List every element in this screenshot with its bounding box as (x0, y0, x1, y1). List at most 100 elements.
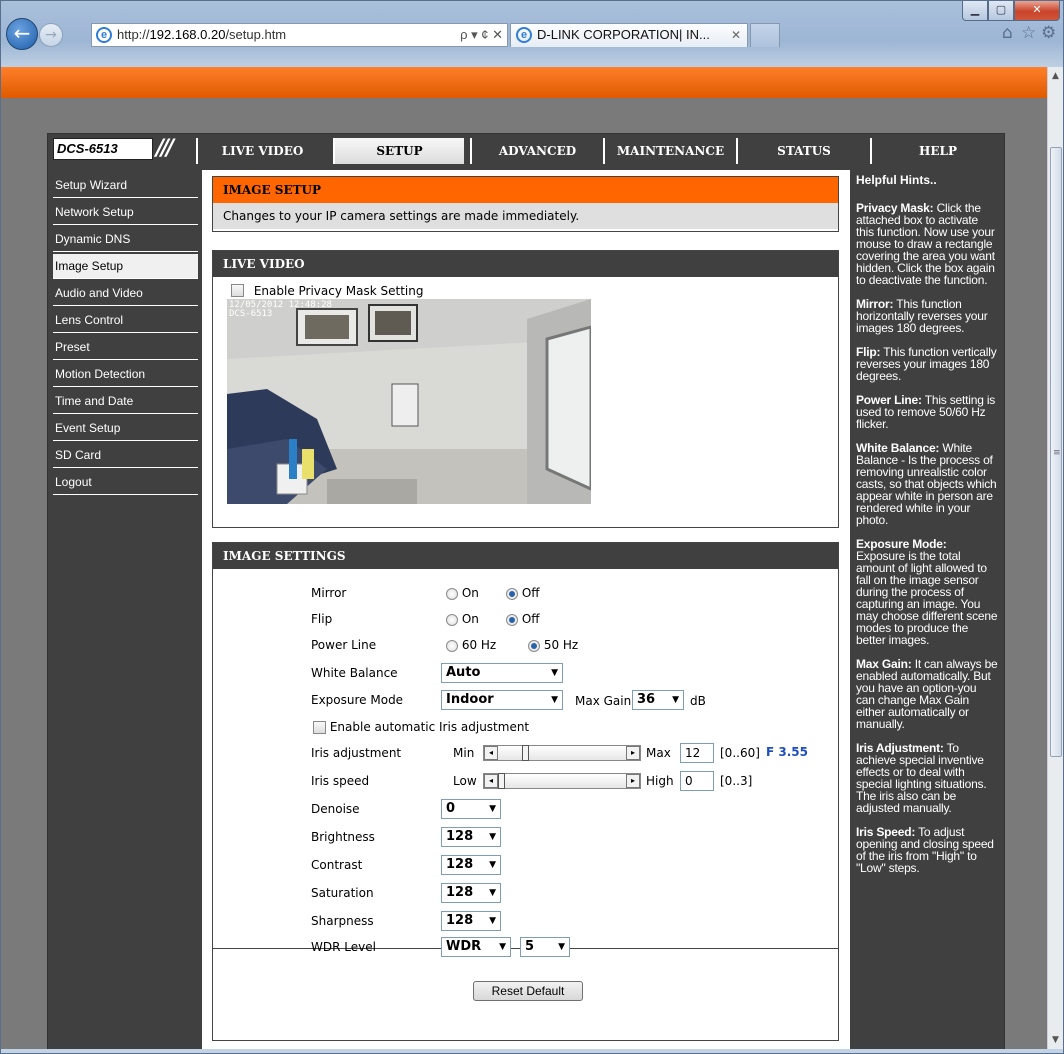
denoise-select[interactable]: 0 ▼ (441, 799, 501, 819)
mirror-on-radio[interactable] (446, 587, 458, 600)
white-balance-select[interactable]: Auto ▼ (441, 663, 563, 683)
back-button[interactable]: ← (6, 18, 38, 50)
iris-max-label: Max (646, 746, 671, 760)
tab-setup[interactable]: SETUP (333, 138, 464, 164)
tab-help[interactable]: HELP (870, 138, 1004, 164)
camera-ui-frame: DCS-6513 /// LIVE VIDEO SETUP ADVANCED M… (47, 133, 1005, 1049)
scrollbar-thumb[interactable]: ≡ (1050, 147, 1062, 757)
iris-speed-input[interactable]: 0 (680, 771, 714, 791)
mirror-off-radio[interactable] (506, 587, 518, 600)
privacy-mask-checkbox[interactable] (231, 284, 244, 297)
flip-on-radio[interactable] (446, 613, 458, 626)
hint-iris-speed: Iris Speed: To adjust opening and closin… (856, 826, 998, 874)
url-prefix: http:// (117, 27, 150, 42)
mirror-off-option[interactable]: Off (506, 586, 540, 600)
live-video-feed[interactable]: 12/05/2012 12:48:28 DCS-6513 (227, 299, 591, 504)
sidebar-item-logout[interactable]: Logout (53, 470, 198, 495)
flip-off-radio[interactable] (506, 613, 518, 626)
main-content: IMAGE SETUP Changes to your IP camera se… (202, 170, 850, 1049)
address-controls[interactable]: ρ ▾ ¢ ✕ (460, 24, 503, 46)
sidebar-item-dynamic-dns[interactable]: Dynamic DNS (53, 227, 198, 252)
minimize-button[interactable]: ▁ (962, 1, 988, 21)
reset-default-button[interactable]: Reset Default (473, 981, 583, 1001)
forward-button[interactable]: → (39, 23, 63, 47)
sharpness-select[interactable]: 128 ▼ (441, 911, 501, 931)
helpful-hints-panel: Helpful Hints.. Privacy Mask: Click the … (850, 170, 1004, 1049)
saturation-select[interactable]: 128 ▼ (441, 883, 501, 903)
tab-status[interactable]: STATUS (736, 138, 870, 164)
brightness-select[interactable]: 128 ▼ (441, 827, 501, 847)
sidebar-item-motion-detection[interactable]: Motion Detection (53, 362, 198, 387)
wdr-mode-select[interactable]: WDR ▼ (441, 937, 511, 957)
slider-decrease-icon[interactable]: ◂ (484, 746, 498, 760)
sharpness-label: Sharpness (311, 914, 374, 928)
sidebar-item-network-setup[interactable]: Network Setup (53, 200, 198, 225)
home-icon[interactable]: ⌂ (1002, 23, 1013, 43)
wdr-row: WDR Level WDR ▼ 5 ▼ (213, 935, 838, 961)
contrast-select[interactable]: 128 ▼ (441, 855, 501, 875)
sidebar-item-sd-card[interactable]: SD Card (53, 443, 198, 468)
sidebar-item-time-date[interactable]: Time and Date (53, 389, 198, 414)
tab-close-icon[interactable]: ✕ (731, 24, 741, 46)
tab-live-video[interactable]: LIVE VIDEO (196, 138, 327, 164)
iris-range: [0..60] (720, 746, 760, 760)
hint-iris-adjustment: Iris Adjustment: To achieve special inve… (856, 742, 998, 814)
power-line-label: Power Line (311, 638, 377, 652)
scroll-down-icon[interactable]: ▼ (1052, 1035, 1059, 1045)
max-gain-select[interactable]: 36 ▼ (632, 690, 684, 710)
vertical-scrollbar[interactable]: ▲ ≡ ▼ (1047, 67, 1063, 1049)
browser-tab-active[interactable]: e D-LINK CORPORATION| IN... ✕ (510, 23, 748, 47)
hint-privacy-mask: Privacy Mask: Click the attached box to … (856, 202, 998, 286)
tab-maintenance[interactable]: MAINTENANCE (603, 138, 736, 164)
iris-speed-label: Iris speed (311, 774, 370, 788)
scroll-up-icon[interactable]: ▲ (1052, 71, 1059, 81)
sidebar-item-audio-video[interactable]: Audio and Video (53, 281, 198, 306)
close-window-button[interactable]: ✕ (1014, 1, 1060, 21)
iris-speed-slider[interactable]: ◂ ▸ (483, 773, 641, 789)
tools-gear-icon[interactable]: ⚙ (1041, 23, 1056, 43)
chevron-down-icon: ▼ (551, 668, 558, 678)
iris-value-input[interactable]: 12 (680, 743, 714, 763)
power-50hz-radio[interactable] (528, 639, 540, 652)
page-viewport: DCS-6513 /// LIVE VIDEO SETUP ADVANCED M… (1, 67, 1047, 1049)
top-orange-banner (1, 67, 1047, 98)
hint-white-balance: White Balance: White Balance - Is the pr… (856, 442, 998, 526)
iris-slider-knob[interactable] (522, 745, 529, 761)
slider-increase-icon[interactable]: ▸ (626, 774, 640, 788)
auto-iris-option[interactable]: Enable automatic Iris adjustment (313, 720, 529, 734)
image-settings-title: IMAGE SETTINGS (213, 543, 838, 569)
tab-advanced[interactable]: ADVANCED (470, 138, 603, 164)
white-balance-value: Auto (446, 665, 481, 680)
max-gain-label: Max Gain (575, 694, 632, 708)
power-50hz-option[interactable]: 50 Hz (528, 638, 578, 652)
favorites-star-icon[interactable]: ☆ (1021, 23, 1036, 43)
sidebar-item-lens-control[interactable]: Lens Control (53, 308, 198, 333)
maximize-button[interactable]: ▢ (988, 1, 1014, 21)
slider-decrease-icon[interactable]: ◂ (484, 774, 498, 788)
exposure-mode-select[interactable]: Indoor ▼ (441, 690, 563, 710)
new-tab-button[interactable] (750, 23, 780, 47)
mirror-on-option[interactable]: On (446, 586, 479, 600)
power-60hz-radio[interactable] (446, 639, 458, 652)
hints-title: Helpful Hints.. (856, 173, 937, 187)
power-60hz-option[interactable]: 60 Hz (446, 638, 496, 652)
flip-on-option[interactable]: On (446, 612, 479, 626)
sidebar-item-image-setup[interactable]: Image Setup (53, 254, 198, 279)
iris-adjustment-slider[interactable]: ◂ ▸ (483, 745, 641, 761)
iris-speed-knob[interactable] (498, 773, 505, 789)
image-setup-title: IMAGE SETUP (213, 177, 838, 203)
auto-iris-label: Enable automatic Iris adjustment (329, 720, 530, 734)
flip-off-option[interactable]: Off (506, 612, 540, 626)
sidebar-item-event-setup[interactable]: Event Setup (53, 416, 198, 441)
wdr-level-select[interactable]: 5 ▼ (520, 937, 570, 957)
sidebar-item-setup-wizard[interactable]: Setup Wizard (53, 173, 198, 198)
saturation-value: 128 (446, 885, 474, 900)
exposure-mode-value: Indoor (446, 692, 494, 707)
mirror-row: Mirror On Off (213, 581, 838, 607)
address-bar[interactable]: e http://192.168.0.20/setup.htm ρ ▾ ¢ ✕ (91, 23, 508, 47)
saturation-label: Saturation (311, 886, 374, 900)
iris-speed-low-label: Low (453, 774, 477, 788)
auto-iris-checkbox[interactable] (313, 721, 326, 734)
slider-increase-icon[interactable]: ▸ (626, 746, 640, 760)
sidebar-item-preset[interactable]: Preset (53, 335, 198, 360)
